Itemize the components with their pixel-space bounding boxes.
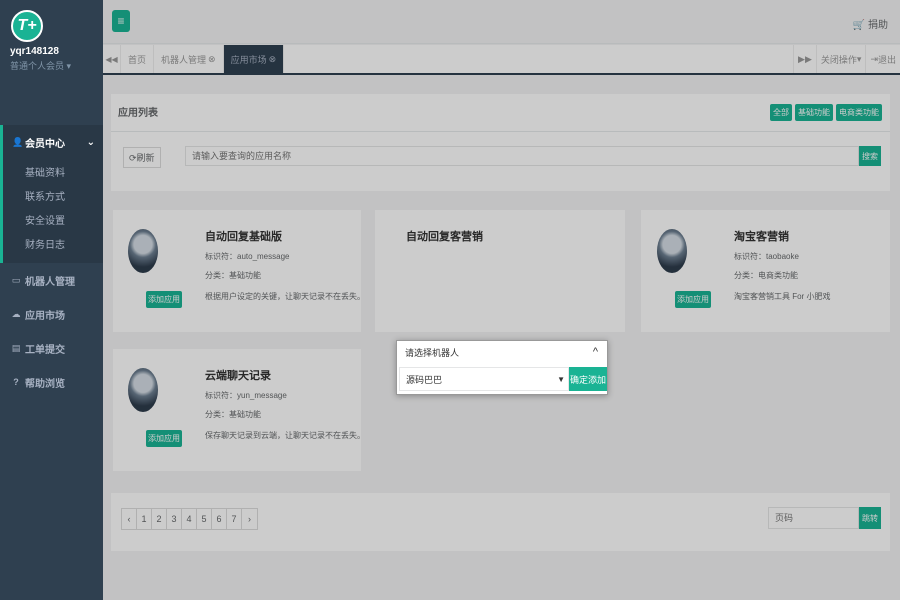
user-icon: 👤: [12, 136, 24, 147]
sidebar-item-help[interactable]: ? 帮助浏览: [0, 365, 103, 399]
sidebar-item-ticket[interactable]: ▤ 工单提交: [0, 331, 103, 365]
dialog-close-icon[interactable]: ^: [593, 346, 598, 358]
profile: T+ yqr148128 普通个人会员 ▾: [0, 0, 103, 125]
user-role-dropdown[interactable]: 普通个人会员 ▾: [10, 59, 93, 72]
monitor-icon: ▭: [11, 274, 21, 285]
sidebar-subitem-contact[interactable]: 联系方式: [3, 183, 103, 207]
sidebar-item-label: 帮助浏览: [25, 378, 65, 390]
sidebar-subitem-finance-log[interactable]: 财务日志: [3, 231, 103, 255]
member-center-group: 👤 会员中心 ⌄ 基础资料 联系方式 安全设置 财务日志: [0, 125, 103, 263]
avatar[interactable]: T+: [11, 10, 43, 42]
select-robot-dialog: 请选择机器人 ^ 源码巴巴 ▼ 确定添加: [396, 340, 608, 395]
member-center-label: 会员中心: [25, 138, 65, 150]
sidebar-subitem-basic-info[interactable]: 基础资料: [3, 159, 103, 183]
dialog-title: 请选择机器人: [405, 348, 460, 358]
question-icon: ?: [13, 377, 19, 387]
caret-down-icon: ▼: [557, 374, 565, 384]
calendar-icon: ▤: [11, 342, 21, 353]
sidebar-item-label: 应用市场: [25, 310, 65, 322]
sidebar-item-robot-management[interactable]: ▭ 机器人管理: [0, 263, 103, 297]
robot-select[interactable]: 源码巴巴 ▼: [399, 367, 569, 391]
sidebar-item-label: 机器人管理: [25, 276, 75, 288]
username: yqr148128: [10, 46, 59, 57]
sidebar-subitem-security[interactable]: 安全设置: [3, 207, 103, 231]
cloud-icon: ☁: [11, 308, 21, 319]
modal-backdrop[interactable]: [103, 0, 900, 600]
chevron-down-icon: ⌄: [86, 136, 95, 148]
confirm-add-button[interactable]: 确定添加: [569, 367, 607, 391]
sidebar-item-app-market[interactable]: ☁ 应用市场: [0, 297, 103, 331]
sidebar-item-member-center[interactable]: 👤 会员中心 ⌄: [3, 125, 103, 159]
sidebar-item-label: 工单提交: [25, 344, 65, 356]
sidebar: T+ yqr148128 普通个人会员 ▾ 👤 会员中心 ⌄ 基础资料 联系方式 …: [0, 0, 103, 600]
user-role-label: 普通个人会员: [10, 61, 65, 71]
robot-select-value: 源码巴巴: [406, 374, 443, 385]
